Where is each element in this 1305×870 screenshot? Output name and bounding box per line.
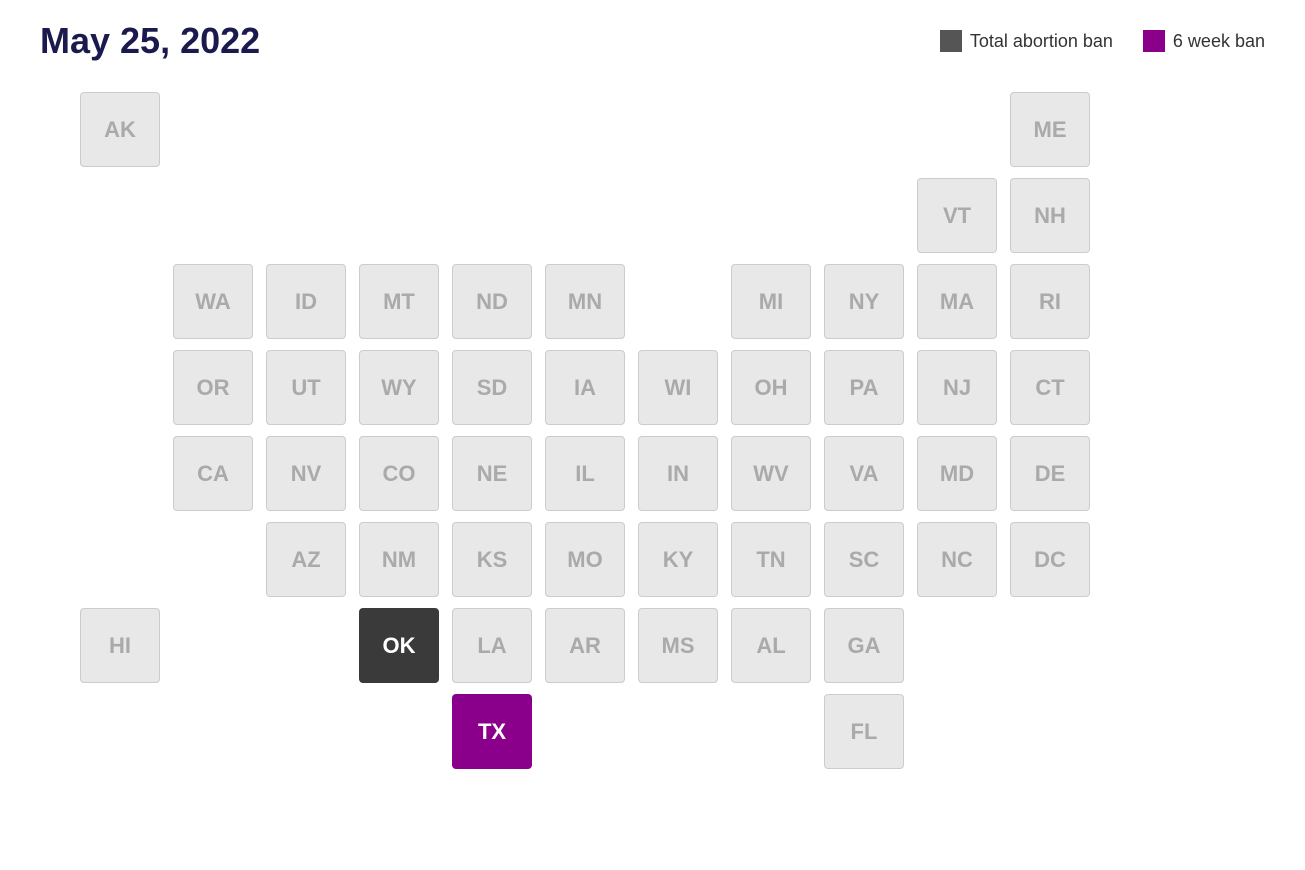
state-cell-sc[interactable]: SC <box>824 522 904 597</box>
state-cell-la[interactable]: LA <box>452 608 532 683</box>
state-cell-al[interactable]: AL <box>731 608 811 683</box>
page-title: May 25, 2022 <box>40 20 260 62</box>
state-cell-az[interactable]: AZ <box>266 522 346 597</box>
state-cell-mi[interactable]: MI <box>731 264 811 339</box>
state-cell-nj[interactable]: NJ <box>917 350 997 425</box>
state-cell-mn[interactable]: MN <box>545 264 625 339</box>
state-cell-ms[interactable]: MS <box>638 608 718 683</box>
state-cell-oh[interactable]: OH <box>731 350 811 425</box>
state-cell-fl[interactable]: FL <box>824 694 904 769</box>
map-container: AK MEVTNH WAIDMTNDMN MINYMARI ORUTWYSDIAWIOH… <box>40 82 1265 832</box>
state-cell-wi[interactable]: WI <box>638 350 718 425</box>
state-cell-wy[interactable]: WY <box>359 350 439 425</box>
state-cell-de[interactable]: DE <box>1010 436 1090 511</box>
state-cell-ut[interactable]: UT <box>266 350 346 425</box>
state-cell-me[interactable]: ME <box>1010 92 1090 167</box>
legend-six-week-ban: 6 week ban <box>1143 30 1265 52</box>
state-cell-il[interactable]: IL <box>545 436 625 511</box>
app-container: May 25, 2022 Total abortion ban 6 week b… <box>0 0 1305 870</box>
state-cell-hi[interactable]: HI <box>80 608 160 683</box>
state-cell-wa[interactable]: WA <box>173 264 253 339</box>
state-cell-mo[interactable]: MO <box>545 522 625 597</box>
state-cell-id[interactable]: ID <box>266 264 346 339</box>
state-cell-nc[interactable]: NC <box>917 522 997 597</box>
state-cell-nh[interactable]: NH <box>1010 178 1090 253</box>
state-cell-va[interactable]: VA <box>824 436 904 511</box>
state-cell-ia[interactable]: IA <box>545 350 625 425</box>
state-cell-ri[interactable]: RI <box>1010 264 1090 339</box>
state-cell-dc[interactable]: DC <box>1010 522 1090 597</box>
state-cell-ca[interactable]: CA <box>173 436 253 511</box>
state-cell-ky[interactable]: KY <box>638 522 718 597</box>
state-cell-nd[interactable]: ND <box>452 264 532 339</box>
legend-total-ban: Total abortion ban <box>940 30 1113 52</box>
total-ban-swatch <box>940 30 962 52</box>
state-cell-nm[interactable]: NM <box>359 522 439 597</box>
state-cell-pa[interactable]: PA <box>824 350 904 425</box>
six-week-label: 6 week ban <box>1173 31 1265 52</box>
state-cell-sd[interactable]: SD <box>452 350 532 425</box>
state-cell-ga[interactable]: GA <box>824 608 904 683</box>
state-cell-mt[interactable]: MT <box>359 264 439 339</box>
header: May 25, 2022 Total abortion ban 6 week b… <box>40 20 1265 62</box>
state-cell-ak[interactable]: AK <box>80 92 160 167</box>
state-cell-ar[interactable]: AR <box>545 608 625 683</box>
state-cell-ks[interactable]: KS <box>452 522 532 597</box>
state-cell-vt[interactable]: VT <box>917 178 997 253</box>
legend: Total abortion ban 6 week ban <box>940 30 1265 52</box>
state-cell-md[interactable]: MD <box>917 436 997 511</box>
state-cell-ne[interactable]: NE <box>452 436 532 511</box>
total-ban-label: Total abortion ban <box>970 31 1113 52</box>
state-cell-in[interactable]: IN <box>638 436 718 511</box>
state-cell-ct[interactable]: CT <box>1010 350 1090 425</box>
state-cell-or[interactable]: OR <box>173 350 253 425</box>
state-cell-tn[interactable]: TN <box>731 522 811 597</box>
state-cell-nv[interactable]: NV <box>266 436 346 511</box>
state-cell-ma[interactable]: MA <box>917 264 997 339</box>
six-week-swatch <box>1143 30 1165 52</box>
state-cell-ny[interactable]: NY <box>824 264 904 339</box>
state-cell-wv[interactable]: WV <box>731 436 811 511</box>
state-cell-ok[interactable]: OK <box>359 608 439 683</box>
state-cell-tx[interactable]: TX <box>452 694 532 769</box>
state-cell-co[interactable]: CO <box>359 436 439 511</box>
